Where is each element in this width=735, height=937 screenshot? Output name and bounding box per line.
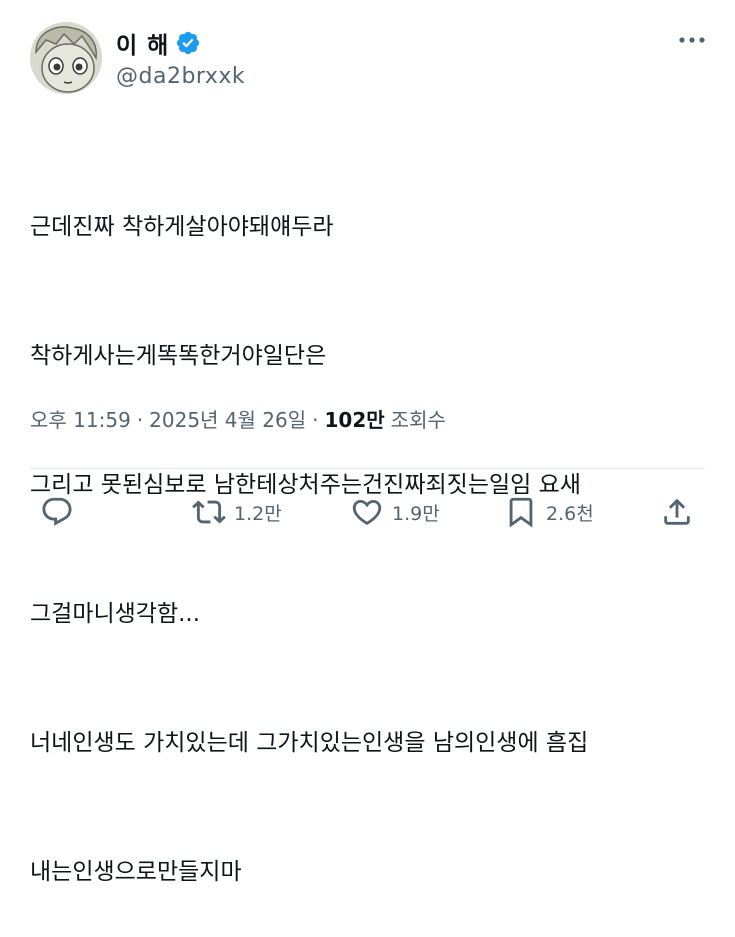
tweet-line: 착하게사는게똑똑한거야일단은 <box>30 343 327 369</box>
bookmark-count: 2.6천 <box>546 502 594 525</box>
more-horizontal-icon <box>679 37 705 43</box>
action-bar: 1.2만 1.9만 2.6천 <box>0 490 735 534</box>
tweet-line: 그걸마니생각함... <box>30 601 201 627</box>
bookmark-icon <box>509 497 533 528</box>
like-count: 1.9만 <box>392 502 440 525</box>
retweet-icon <box>192 500 226 524</box>
name-row: 이 해 <box>116 26 201 60</box>
meta-separator: · <box>136 408 144 432</box>
user-handle[interactable]: @da2brxxk <box>116 64 245 89</box>
bookmark-button[interactable]: 2.6천 <box>504 490 594 534</box>
tweet-line: 근데진짜 착하게살아야돼얘두라 <box>30 214 334 240</box>
share-icon <box>664 498 690 525</box>
tweet-time[interactable]: 오후 11:59 <box>30 404 131 433</box>
avatar[interactable] <box>30 22 102 94</box>
avatar-image <box>30 22 102 94</box>
reply-icon <box>42 497 72 526</box>
views-label: 조회수 <box>390 408 446 432</box>
retweet-button[interactable]: 1.2만 <box>192 490 282 534</box>
tweet-meta: 오후 11:59 · 2025년 4월 26일 · 102만 조회수 <box>30 404 446 433</box>
share-button[interactable] <box>660 490 702 534</box>
tweet-date[interactable]: 2025년 4월 26일 <box>149 404 306 433</box>
heart-icon <box>352 499 382 525</box>
tweet-line: 내는인생으로만들지마 <box>30 859 242 885</box>
meta-separator: · <box>312 408 319 432</box>
views-count: 102만 <box>324 408 385 432</box>
display-name[interactable]: 이 해 <box>116 26 169 60</box>
reply-button[interactable] <box>40 490 82 534</box>
verified-badge-icon <box>177 31 200 55</box>
tweet-header: 이 해 @da2brxxk <box>30 22 707 98</box>
more-options-button[interactable] <box>677 30 707 50</box>
retweet-count: 1.2만 <box>234 502 282 525</box>
like-button[interactable]: 1.9만 <box>350 490 440 534</box>
divider <box>30 468 705 469</box>
tweet-line: 너네인생도 가치있는데 그가치있는인생을 남의인생에 흠집 <box>30 730 589 756</box>
